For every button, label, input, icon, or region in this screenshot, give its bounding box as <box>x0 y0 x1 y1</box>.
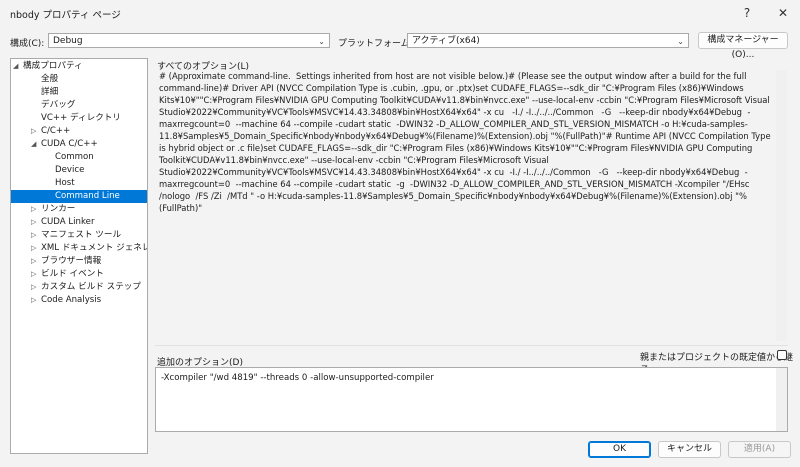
platform-value: アクティブ(x64) <box>412 36 480 46</box>
additional-options-value: -Xcompiler "/wd 4819" --threads 0 -allow… <box>161 373 434 383</box>
tree-item-browse-info[interactable]: ▷ ブラウザー情報 <box>31 255 101 268</box>
config-manager-button[interactable]: 構成マネージャー(O)... <box>698 32 788 60</box>
expand-icon[interactable]: ▷ <box>31 294 41 307</box>
config-label: 構成(C): <box>10 39 45 49</box>
tree-item-build-events[interactable]: ▷ ビルド イベント <box>31 268 104 281</box>
close-button[interactable]: ✕ <box>772 4 794 22</box>
all-options-text: # (Approximate command-line. Settings in… <box>159 71 771 213</box>
expand-icon[interactable]: ▷ <box>31 125 41 138</box>
tree-item-advanced[interactable]: 詳細 <box>41 86 58 99</box>
all-options-scrollbar[interactable] <box>776 70 787 341</box>
tree-item-debugging[interactable]: デバッグ <box>41 99 75 112</box>
config-dropdown[interactable]: Debug ⌄ <box>48 33 330 48</box>
expand-icon[interactable]: ▷ <box>31 229 41 242</box>
help-button[interactable]: ? <box>736 4 758 22</box>
additional-options-scrollbar[interactable] <box>776 368 787 431</box>
tree-item-device[interactable]: Device <box>55 164 84 177</box>
apply-button[interactable]: 適用(A) <box>728 441 791 458</box>
tree-item-linker[interactable]: ▷ リンカー <box>31 203 75 216</box>
expand-icon[interactable]: ▷ <box>31 268 41 281</box>
tree-item-cuda-c-cpp[interactable]: ◢ CUDA C/C++ <box>31 138 98 151</box>
tree-item-xml-doc-generator[interactable]: ▷XML ドキュメント ジェネレーター <box>31 242 147 255</box>
config-value: Debug <box>53 36 83 46</box>
collapse-icon[interactable]: ◢ <box>13 60 23 73</box>
tree-item-c-cpp[interactable]: ▷ C/C++ <box>31 125 70 138</box>
chevron-down-icon: ⌄ <box>318 37 325 46</box>
window-title: nbody プロパティ ページ <box>10 10 121 21</box>
tree-item-general[interactable]: 全般 <box>41 73 58 86</box>
tree-item-vc-directories[interactable]: VC++ ディレクトリ <box>41 112 121 125</box>
expand-icon[interactable]: ▷ <box>31 242 41 255</box>
chevron-down-icon: ⌄ <box>677 37 684 46</box>
ok-button[interactable]: OK <box>588 441 651 458</box>
tree-item-host[interactable]: Host <box>55 177 75 190</box>
expand-icon[interactable]: ▷ <box>31 255 41 268</box>
collapse-icon[interactable]: ◢ <box>31 138 41 151</box>
tree-item-custom-build-step[interactable]: ▷ カスタム ビルド ステップ <box>31 281 141 294</box>
additional-options-input[interactable]: -Xcompiler "/wd 4819" --threads 0 -allow… <box>155 367 788 432</box>
tree-item-command-line[interactable]: Command Line <box>11 190 147 203</box>
tree-item-code-analysis[interactable]: ▷ Code Analysis <box>31 294 101 307</box>
tree-item-common[interactable]: Common <box>55 151 94 164</box>
platform-dropdown[interactable]: アクティブ(x64) ⌄ <box>407 33 689 48</box>
expand-icon[interactable]: ▷ <box>31 281 41 294</box>
property-tree[interactable]: ◢ 構成プロパティ 全般 詳細 デバッグ VC++ ディレクトリ ▷ C/C++ ◢… <box>10 58 148 454</box>
tree-item-manifest-tool[interactable]: ▷ マニフェスト ツール <box>31 229 121 242</box>
expand-icon[interactable]: ▷ <box>31 203 41 216</box>
tree-item-cuda-linker[interactable]: ▷ CUDA Linker <box>31 216 94 229</box>
divider <box>155 345 788 346</box>
inherit-checkbox[interactable] <box>777 350 787 360</box>
expand-icon[interactable]: ▷ <box>31 216 41 229</box>
tree-item-config-properties[interactable]: ◢ 構成プロパティ <box>13 60 83 73</box>
cancel-button[interactable]: キャンセル <box>658 441 721 458</box>
